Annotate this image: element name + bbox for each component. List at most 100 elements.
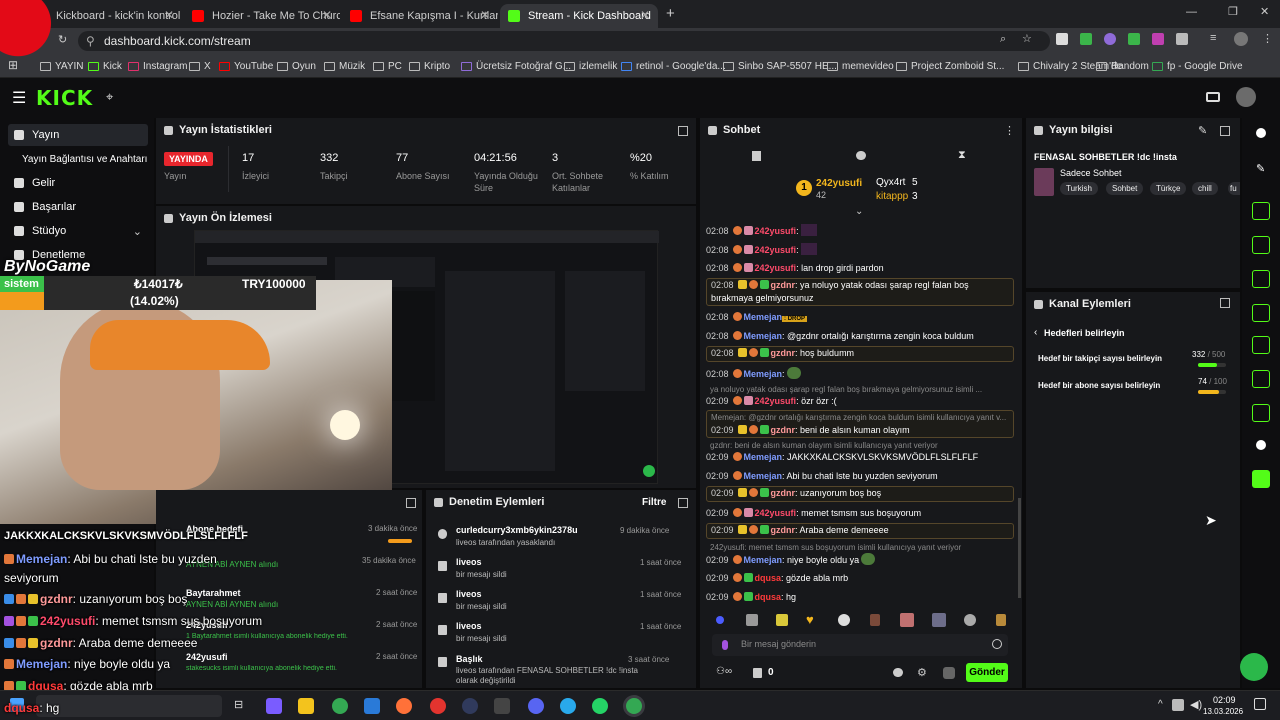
msg-user[interactable]: Memejan	[744, 369, 783, 379]
msg-user[interactable]: gzdnr	[771, 280, 796, 290]
rail-action-icon[interactable]	[1252, 370, 1270, 388]
chat-message[interactable]: 02:09 Memejan: Abi bu chati lste bu yuzde…	[706, 470, 1014, 483]
sidebar-item-gelir[interactable]: Gelir	[8, 172, 148, 194]
menu-kebab-icon[interactable]: ⋮	[1262, 32, 1273, 45]
msg-user[interactable]: dqusa	[755, 573, 782, 583]
emote-icon[interactable]	[838, 614, 850, 626]
msg-user[interactable]: gzdnr	[771, 348, 796, 358]
sidebar-item-yayin[interactable]: Yayın	[8, 124, 148, 146]
info-icon[interactable]	[1256, 128, 1266, 138]
support-chat-button[interactable]	[1240, 653, 1268, 681]
popout-icon[interactable]	[406, 498, 416, 508]
device-icon[interactable]	[1206, 92, 1220, 102]
chat-message[interactable]: 02:08 Memejan:	[706, 367, 1014, 381]
goals-header[interactable]: Hedefleri belirleyin	[1044, 328, 1125, 338]
sidebar-item-basarilar[interactable]: Başarılar	[8, 196, 148, 218]
chat-message[interactable]: 02:08 Memejan: @gzdnr ortalığı karıştırma…	[706, 330, 1014, 343]
sidebar-item-studyo[interactable]: Stüdyo ⌄	[8, 220, 148, 242]
close-icon[interactable]: ✕	[640, 8, 650, 22]
bookmark-item[interactable]: izlemelik	[564, 58, 617, 74]
search-icon[interactable]: ⌕	[1000, 33, 1006, 46]
firefox-icon[interactable]	[396, 698, 412, 714]
emote-icon[interactable]	[964, 614, 976, 626]
bookmark-item[interactable]: PC	[373, 58, 402, 74]
emote-icon[interactable]	[932, 613, 946, 627]
bookmark-item[interactable]: Oyun	[277, 58, 316, 74]
bookmark-item[interactable]: X	[189, 58, 211, 74]
mic-icon[interactable]	[722, 640, 728, 650]
user-avatar[interactable]	[1236, 87, 1256, 107]
chat-rail-icon[interactable]	[1252, 304, 1270, 322]
emote-icon[interactable]	[776, 614, 788, 626]
msg-user[interactable]: gzdnr	[771, 525, 796, 535]
popout-icon[interactable]	[1220, 298, 1230, 308]
msg-user[interactable]: dqusa	[755, 592, 782, 602]
apps-grid-icon[interactable]: ⊞	[8, 58, 18, 72]
msg-user[interactable]: 242yusufi	[755, 396, 797, 406]
popout-icon[interactable]	[678, 498, 688, 508]
bookmark-item[interactable]: Müzik	[324, 58, 365, 74]
url-field[interactable]: ⚲ dashboard.kick.com/stream	[78, 31, 1050, 51]
rail-action-icon[interactable]	[1252, 202, 1270, 220]
extensions-puzzle-icon[interactable]	[1176, 33, 1188, 45]
opera-icon[interactable]	[430, 698, 446, 714]
send-button[interactable]: Gönder	[966, 663, 1008, 682]
network-icon[interactable]	[1172, 699, 1184, 711]
task-view-icon[interactable]: ⊟	[234, 698, 243, 711]
chat-message[interactable]: 02:09 242yusufi: özr özr :(	[706, 395, 1014, 408]
emote-icon[interactable]	[870, 614, 880, 626]
hourglass-icon[interactable]: ⧗	[958, 149, 966, 162]
copilot-icon[interactable]	[266, 698, 282, 714]
lightning-icon[interactable]	[1252, 236, 1270, 254]
msg-user[interactable]: Memejan	[744, 331, 783, 341]
hamburger-menu-icon[interactable]: ☰	[12, 88, 26, 108]
msg-user[interactable]: Memejan	[744, 471, 783, 481]
msg-user[interactable]: 242yusufi	[755, 263, 797, 273]
extension-icon[interactable]	[1128, 33, 1140, 45]
new-tab-icon[interactable]: +	[666, 5, 675, 22]
mail-icon[interactable]	[364, 698, 380, 714]
bookmark-item[interactable]: Sinbo SAP-5507 HE...	[723, 58, 837, 74]
notification-icon[interactable]	[1254, 698, 1266, 710]
msg-user[interactable]: Memejan	[744, 452, 783, 462]
chevron-left-icon[interactable]: ‹	[1034, 327, 1037, 338]
bookmark-item[interactable]: Ücretsiz Fotoğraf G...	[461, 58, 571, 74]
taskbar-search[interactable]	[36, 695, 222, 717]
goal-follower-label[interactable]: Hedef bir takipçi sayısı belirleyin	[1038, 354, 1162, 363]
chat-message[interactable]: 02:09 Memejan: niye boyle oldu ya	[706, 553, 1014, 567]
browser-tab-3[interactable]: Efsane Kapışma I - Kurtlar Vadisi ✕	[342, 4, 498, 28]
chat-message-highlighted[interactable]: 02:08 gzdnr: hoş buldumm	[706, 346, 1014, 362]
chat-message[interactable]: 02:09 Memejan: JAKKXKALCKSKVLSKVKSMVÖDLFL…	[706, 451, 1014, 464]
kick-logo[interactable]: KICK	[36, 86, 93, 110]
browser-tab-2[interactable]: Hozier - Take Me To Church ✕	[184, 4, 340, 28]
explorer-icon[interactable]	[298, 698, 314, 714]
app-icon[interactable]	[494, 698, 510, 714]
chat-message-highlighted[interactable]: 02:09 gzdnr: Araba deme demeeee	[706, 523, 1014, 539]
msg-user[interactable]: Memejan	[744, 555, 783, 565]
chat-bubble-icon[interactable]	[856, 151, 866, 160]
extension-icon[interactable]	[1104, 33, 1116, 45]
chat-input[interactable]: Bir mesaj gönderin	[712, 634, 1008, 656]
minimize-icon[interactable]: —	[1186, 6, 1197, 18]
bookmark-item[interactable]: fp - Google Drive	[1152, 58, 1243, 74]
chevron-down-icon[interactable]: ⌄	[855, 206, 863, 217]
chat-message-highlighted[interactable]: Memejan: @gzdnr ortalığı karıştırma zeng…	[706, 410, 1014, 438]
emoji-icon[interactable]	[992, 639, 1002, 649]
bookmark-star-icon[interactable]: ☆	[1022, 32, 1032, 45]
trash-icon[interactable]	[752, 151, 761, 161]
chat-message[interactable]: 02:09 242yusufi: memet tsmsm sus boşuyoru…	[706, 507, 1014, 520]
goal-sub-label[interactable]: Hedef bir abone sayısı belirleyin	[1038, 381, 1160, 390]
popout-icon[interactable]	[1220, 126, 1230, 136]
chat-message[interactable]: 02:09 dqusa: hg	[706, 591, 1014, 604]
media-control-icon[interactable]: ≡	[1210, 32, 1216, 44]
bookmark-item[interactable]: Random	[1096, 58, 1149, 74]
emote-icon[interactable]	[716, 616, 724, 624]
maximize-icon[interactable]: ❐	[1228, 5, 1238, 18]
chat-message[interactable]: 02:08 242yusufi: lan drop girdi pardon	[706, 262, 1014, 275]
emote-icon[interactable]	[996, 614, 1006, 626]
close-icon[interactable]: ✕	[164, 8, 174, 22]
close-window-icon[interactable]: ✕	[1260, 5, 1269, 18]
scrollbar[interactable]	[1018, 498, 1021, 598]
bookmark-item[interactable]: Instagram	[128, 58, 187, 74]
extension-icon[interactable]	[1152, 33, 1164, 45]
